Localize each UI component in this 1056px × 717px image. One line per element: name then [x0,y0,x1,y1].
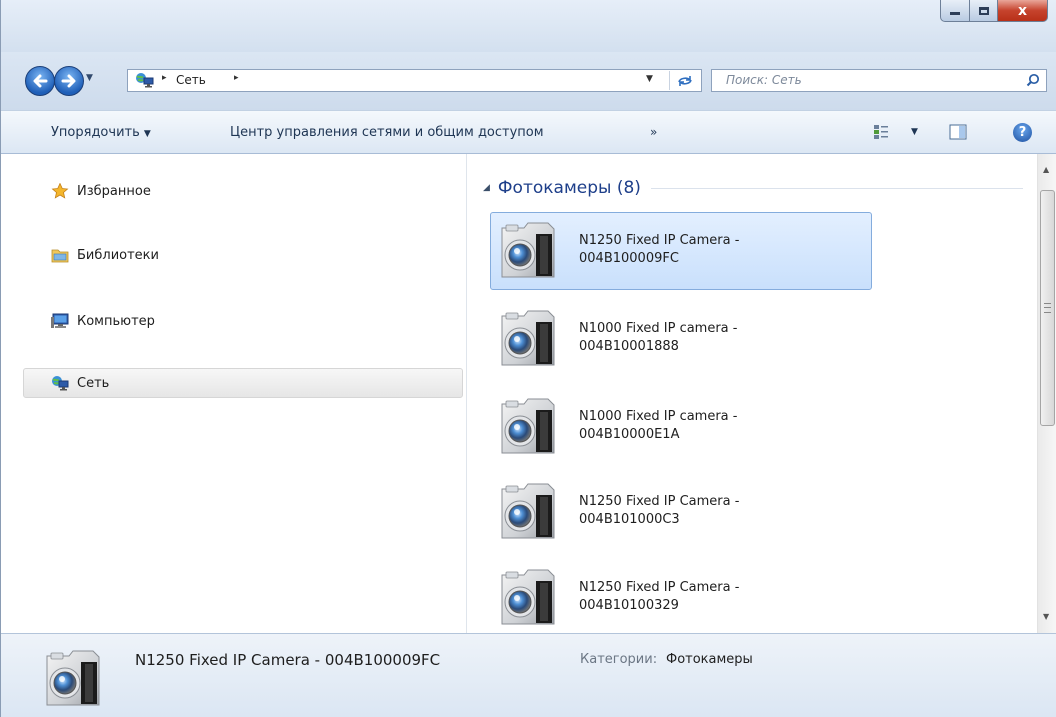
help-icon[interactable]: ? [1013,123,1032,142]
network-icon [136,73,154,88]
nav-label: Избранное [77,183,151,199]
group-header[interactable]: ◢ Фотокамеры (8) [483,178,1023,198]
star-icon [51,183,69,199]
nav-item-network[interactable]: Сеть [51,373,109,393]
nav-label: Библиотеки [77,247,159,263]
grip-icon [1044,303,1051,313]
camera-icon [496,220,562,284]
camera-icon [496,308,562,372]
search-box[interactable]: Поиск: Сеть [711,69,1047,92]
refresh-icon [678,75,692,86]
maximize-button[interactable] [970,0,998,22]
network-icon [52,376,69,391]
details-pane: N1250 Fixed IP Camera - 004B100009FC Кат… [1,633,1056,717]
nav-label: Компьютер [77,313,155,329]
organize-button[interactable]: Упорядочить ▼ [51,125,151,140]
address-bar[interactable]: ▸ Сеть ▸ ▼ [127,69,702,92]
details-category-value[interactable]: Фотокамеры [666,652,753,667]
arrow-right-icon [61,74,76,88]
arrow-left-icon [33,74,48,88]
caption-buttons: x [940,0,1048,22]
search-input[interactable]: Поиск: Сеть [726,73,802,87]
nav-item-libraries[interactable]: Библиотеки [51,245,159,265]
recent-pages-dropdown[interactable]: ▼ [86,73,93,83]
item-label: N1000 Fixed IP camera - 004B10000E1A [579,408,869,444]
forward-button[interactable] [54,66,84,96]
breadcrumb-network[interactable]: Сеть [176,73,206,87]
close-button[interactable]: x [998,0,1048,22]
maximize-icon [978,6,989,15]
item-name-line1: N1000 Fixed IP camera - [579,321,738,336]
computer-icon [51,313,69,328]
item-name-line2: 004B101000C3 [579,512,680,527]
scroll-down-button[interactable]: ▼ [1043,612,1049,621]
item-name-line1: N1250 Fixed IP Camera - [579,580,740,595]
camera-item[interactable]: N1000 Fixed IP camera - 004B10001888 [490,300,872,378]
group-divider [650,187,1023,189]
details-item-name: N1250 Fixed IP Camera - 004B100009FC [135,651,441,669]
camera-icon [496,481,562,545]
camera-icon [41,648,107,712]
item-name-line1: N1000 Fixed IP camera - [579,409,738,424]
item-name-line1: N1250 Fixed IP Camera - [579,233,740,248]
camera-item[interactable]: N1250 Fixed IP Camera - 004B101000C3 [490,473,872,551]
title-bar: x [1,0,1056,52]
command-bar: Упорядочить ▼ Центр управления сетями и … [1,110,1056,154]
scroll-up-button[interactable]: ▲ [1043,165,1049,174]
more-commands-button[interactable]: » [650,125,657,139]
nav-label: Сеть [77,375,110,391]
search-icon[interactable] [1026,73,1040,87]
address-history-dropdown[interactable]: ▼ [646,74,653,84]
item-label: N1250 Fixed IP Camera - 004B10100329 [579,579,869,615]
item-name-line2: 004B10000E1A [579,427,680,442]
item-name-line2: 004B100009FC [579,251,679,266]
camera-icon [496,396,562,460]
library-folder-icon [51,249,69,263]
details-category-label: Категории: [580,652,658,667]
nav-item-favorites[interactable]: Избранное [51,181,151,201]
chevron-down-icon: ▼ [143,129,151,139]
item-name-line2: 004B10001888 [579,339,679,354]
camera-icon [496,567,562,631]
preview-pane-icon[interactable] [949,124,967,140]
view-options-dropdown[interactable]: ▼ [911,127,918,137]
navigation-pane: Избранное Библиотеки Компьютер Сеть [1,154,467,633]
network-center-button[interactable]: Центр управления сетями и общим доступом [230,125,544,140]
group-title: Фотокамеры (8) [497,178,641,198]
camera-item[interactable]: N1000 Fixed IP camera - 004B10000E1A [490,388,872,466]
close-icon: x [1017,2,1028,19]
view-options-icon[interactable] [873,124,889,140]
content-pane: ◢ Фотокамеры (8) N1250 Fixed IP Camera -… [467,154,1037,633]
item-label: N1250 Fixed IP Camera - 004B101000C3 [579,493,869,529]
back-button[interactable] [25,66,55,96]
breadcrumb-separator[interactable]: ▸ [162,73,167,83]
minimize-icon [950,12,960,15]
collapse-triangle-icon[interactable]: ◢ [483,183,490,193]
breadcrumb-separator[interactable]: ▸ [234,73,239,83]
item-label: N1250 Fixed IP Camera - 004B100009FC [579,232,869,268]
item-name-line2: 004B10100329 [579,598,679,613]
item-name-line1: N1250 Fixed IP Camera - [579,494,740,509]
explorer-window: x ▼ ▸ Сеть ▸ ▼ Поиск: Сеть Упорядочить ▼… [0,0,1056,717]
refresh-button[interactable] [669,71,700,90]
scroll-thumb[interactable] [1040,190,1055,426]
camera-item[interactable]: N1250 Fixed IP Camera - 004B10100329 [490,559,872,637]
nav-item-computer[interactable]: Компьютер [51,311,155,331]
navigation-bar: ▼ ▸ Сеть ▸ ▼ Поиск: Сеть [1,52,1056,110]
vertical-scrollbar[interactable]: ▲ ▼ [1037,154,1056,633]
minimize-button[interactable] [940,0,970,22]
item-label: N1000 Fixed IP camera - 004B10001888 [579,320,869,356]
camera-item[interactable]: N1250 Fixed IP Camera - 004B100009FC [490,212,872,290]
organize-label: Упорядочить [51,125,140,140]
